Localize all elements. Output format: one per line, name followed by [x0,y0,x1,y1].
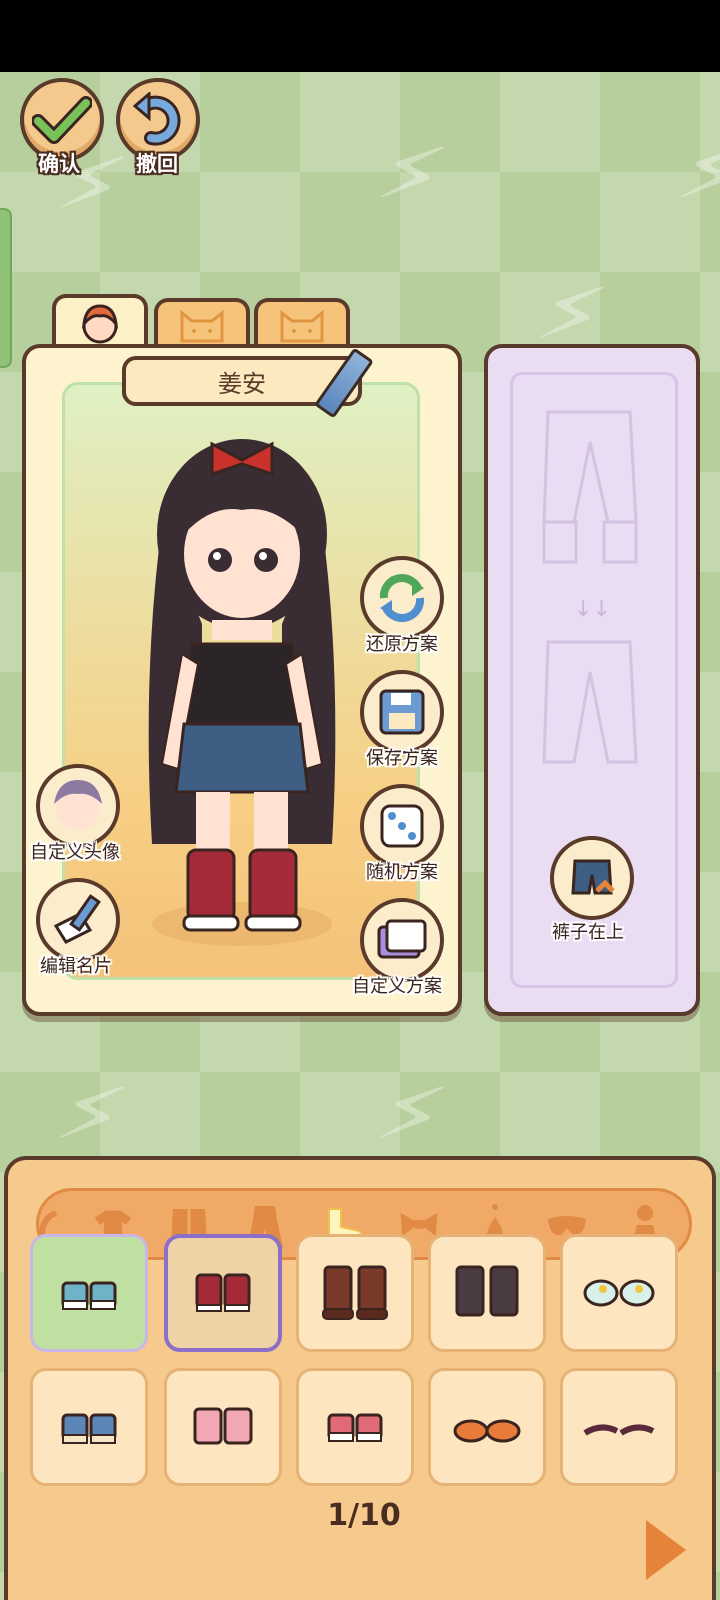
wardrobe-tray: 1/10 [4,1156,716,1600]
item-sandal-dark[interactable] [560,1368,678,1486]
wardrobe-card-icon [377,919,427,959]
edit-card-button[interactable] [36,878,120,962]
item-sandal-orange[interactable] [428,1368,546,1486]
item-boot-dark[interactable] [428,1234,546,1352]
tab-cat-1[interactable] [154,298,250,348]
card-pencil-icon [53,894,101,944]
sandal-icon [453,1419,521,1443]
svg-text:↓↓: ↓↓ [574,597,611,622]
boot-icon [322,1265,388,1320]
edit-card-label: 编辑名片 [40,956,112,977]
shoe-icon [583,1279,655,1307]
item-sneaker-pink[interactable] [164,1368,282,1486]
item-sneaker-navy[interactable] [30,1368,148,1486]
bolt-decor-icon: ⚡ [367,115,456,234]
item-sneaker-red[interactable] [296,1368,414,1486]
undo-arrow-icon [132,92,181,146]
sneaker-icon [61,1413,117,1444]
undo-label: 撤回 [136,152,178,176]
restore-scheme-button[interactable] [360,556,444,640]
custom-avatar-button[interactable] [36,764,120,848]
restore-scheme-label: 还原方案 [366,634,438,655]
save-scheme-button[interactable] [360,670,444,754]
custom-avatar-label: 自定义头像 [30,842,120,863]
save-scheme-label: 保存方案 [366,748,438,769]
side-drawer-tab[interactable] [0,208,12,368]
character-avatar [148,439,336,946]
sneaker-icon [193,1407,253,1445]
item-shoe-mint[interactable] [560,1234,678,1352]
pants-on-top-label: 裤子在上 [552,922,624,943]
bolt-decor-icon: ⚡ [667,115,720,234]
floppy-disk-icon [379,689,425,735]
check-icon [32,96,92,144]
girl-face-icon [81,304,119,344]
random-scheme-label: 随机方案 [366,862,438,883]
sneaker-icon [61,1281,117,1310]
status-bar [0,0,720,72]
item-sneaker-blue[interactable] [30,1234,148,1352]
item-leg-warmer-red[interactable] [164,1234,282,1352]
cat-face-icon [280,309,324,343]
sandal-icon [583,1424,655,1436]
item-boot-brown[interactable] [296,1234,414,1352]
character-panel: 姜安 还原方案 保存方案 随机方案 自定义方案 自定义头像 编辑名片 [22,344,462,1016]
custom-scheme-label: 自定义方案 [352,976,442,997]
dice-icon [380,804,424,848]
avatar-icon [54,780,102,830]
sneaker-icon [327,1413,383,1442]
pants-layer-illustration: ↓↓ [542,410,638,764]
random-scheme-button[interactable] [360,784,444,868]
leg-warmer-icon [195,1273,251,1312]
page-indicator: 1/10 [327,1498,401,1533]
refresh-icon [379,574,425,622]
boot-icon [455,1265,519,1317]
pants-on-top-button[interactable] [550,836,634,920]
layer-panel: ↓↓ 裤子在上 [484,344,700,1016]
shorts-icon [571,859,615,895]
confirm-label: 确认 [38,152,80,176]
tab-cat-2[interactable] [254,298,350,348]
tab-human[interactable] [52,294,148,350]
next-page-button[interactable] [646,1520,686,1580]
custom-scheme-button[interactable] [360,898,444,982]
character-name: 姜安 [218,369,266,398]
cat-face-icon [180,309,224,343]
